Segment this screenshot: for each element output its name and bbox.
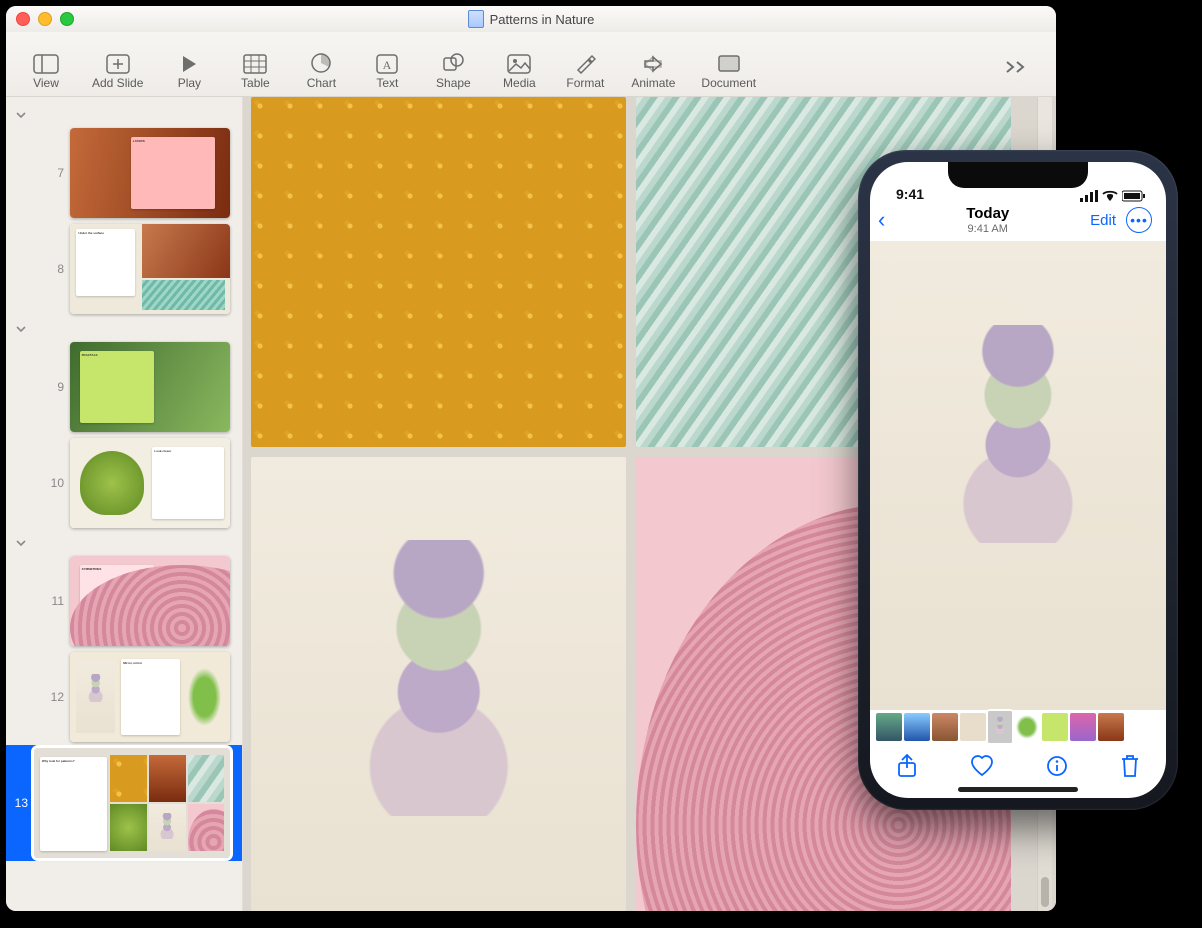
table-icon [243,54,267,74]
section-disclosure[interactable] [6,317,242,339]
info-button[interactable] [1046,755,1068,782]
photo-sea-urchins [870,241,1166,710]
view-icon [33,54,59,74]
more-button[interactable]: ••• [1126,207,1152,233]
add-slide-button[interactable]: Add Slide [92,54,143,90]
favorite-button[interactable] [970,755,994,782]
scrollbar-thumb[interactable] [1041,877,1049,907]
format-button[interactable]: Format [565,52,605,90]
slide-thumbnail-8[interactable]: 8 Under the surface [6,221,242,317]
slide-thumbnail-7[interactable]: 7 LAYERS [6,125,242,221]
notch [948,162,1088,188]
toolbar-overflow-button[interactable] [996,60,1036,90]
iphone-screen: 9:41 ‹ Today 9:41 AM Edit ••• [870,162,1166,798]
slide-thumbnail-9[interactable]: 9 FRACTALS [6,339,242,435]
image-honeycomb[interactable] [251,97,626,447]
chevrons-right-icon [1005,60,1027,74]
photos-nav-title: Today 9:41 AM [966,206,1009,235]
iphone-device: 9:41 ‹ Today 9:41 AM Edit ••• [858,150,1178,810]
animate-icon [640,54,666,74]
image-sea-urchins[interactable] [251,457,626,911]
document-icon [717,54,741,74]
back-button[interactable]: ‹ [878,209,885,231]
share-icon [896,754,918,778]
minimize-button[interactable] [38,12,52,26]
heart-icon [970,755,994,777]
film-thumb[interactable] [960,713,986,741]
film-thumb[interactable] [876,713,902,741]
document-icon [468,10,484,28]
slide-number: 13 [12,796,28,810]
film-thumb-selected[interactable] [988,711,1012,743]
slide-number: 11 [46,594,64,608]
chart-button[interactable]: Chart [301,52,341,90]
trash-icon [1120,754,1140,778]
slide-number: 9 [46,380,64,394]
play-icon [179,54,199,74]
svg-text:A: A [383,58,392,72]
slide-navigator[interactable]: 7 LAYERS 8 Under the surface 9 FRACTALS … [6,97,243,911]
info-icon [1046,755,1068,777]
cellular-icon [1080,190,1098,202]
status-time: 9:41 [896,186,924,202]
battery-icon [1122,190,1146,202]
plus-slide-icon [106,54,130,74]
slide-number: 10 [46,476,64,490]
zoom-button[interactable] [60,12,74,26]
slide-number: 7 [46,166,64,180]
chevron-down-icon [16,324,26,334]
toolbar: View Add Slide Play Table Chart A Text [6,32,1056,97]
animate-button[interactable]: Animate [631,54,675,90]
edit-button[interactable]: Edit [1090,212,1116,229]
table-button[interactable]: Table [235,54,275,90]
section-disclosure[interactable] [6,103,242,125]
chart-icon [310,52,332,74]
film-thumb[interactable] [1070,713,1096,741]
media-icon [507,54,531,74]
format-icon [574,52,596,74]
text-button[interactable]: A Text [367,54,407,90]
slide-thumbnail-11[interactable]: 11 SYMMETRIES [6,553,242,649]
titlebar: Patterns in Nature [6,6,1056,32]
film-thumb[interactable] [904,713,930,741]
film-thumb[interactable] [1098,713,1124,741]
film-thumb[interactable] [932,713,958,741]
shape-icon [442,52,464,74]
slide-number: 8 [46,262,64,276]
share-button[interactable] [896,754,918,783]
shape-button[interactable]: Shape [433,52,473,90]
film-thumb[interactable] [1042,713,1068,741]
play-button[interactable]: Play [169,54,209,90]
slide-thumbnail-10[interactable]: 10 Look closer [6,435,242,531]
wifi-icon [1102,190,1118,202]
window-title: Patterns in Nature [490,12,595,27]
slide-thumbnail-12[interactable]: 12 Mirror, mirror [6,649,242,745]
document-button[interactable]: Document [701,54,756,90]
photo-viewer[interactable] [870,241,1166,710]
home-indicator[interactable] [958,787,1078,792]
media-button[interactable]: Media [499,54,539,90]
chevron-down-icon [16,110,26,120]
close-button[interactable] [16,12,30,26]
film-thumb[interactable] [1014,713,1040,741]
section-disclosure[interactable] [6,531,242,553]
photo-scrubber[interactable] [870,710,1166,744]
text-icon: A [376,54,398,74]
view-button[interactable]: View [26,54,66,90]
photos-nav-bar: ‹ Today 9:41 AM Edit ••• [870,204,1166,241]
delete-button[interactable] [1120,754,1140,783]
slide-thumbnail-13[interactable]: 13 Why look for patterns? [6,745,242,861]
slide-number: 12 [46,690,64,704]
chevron-down-icon [16,538,26,548]
